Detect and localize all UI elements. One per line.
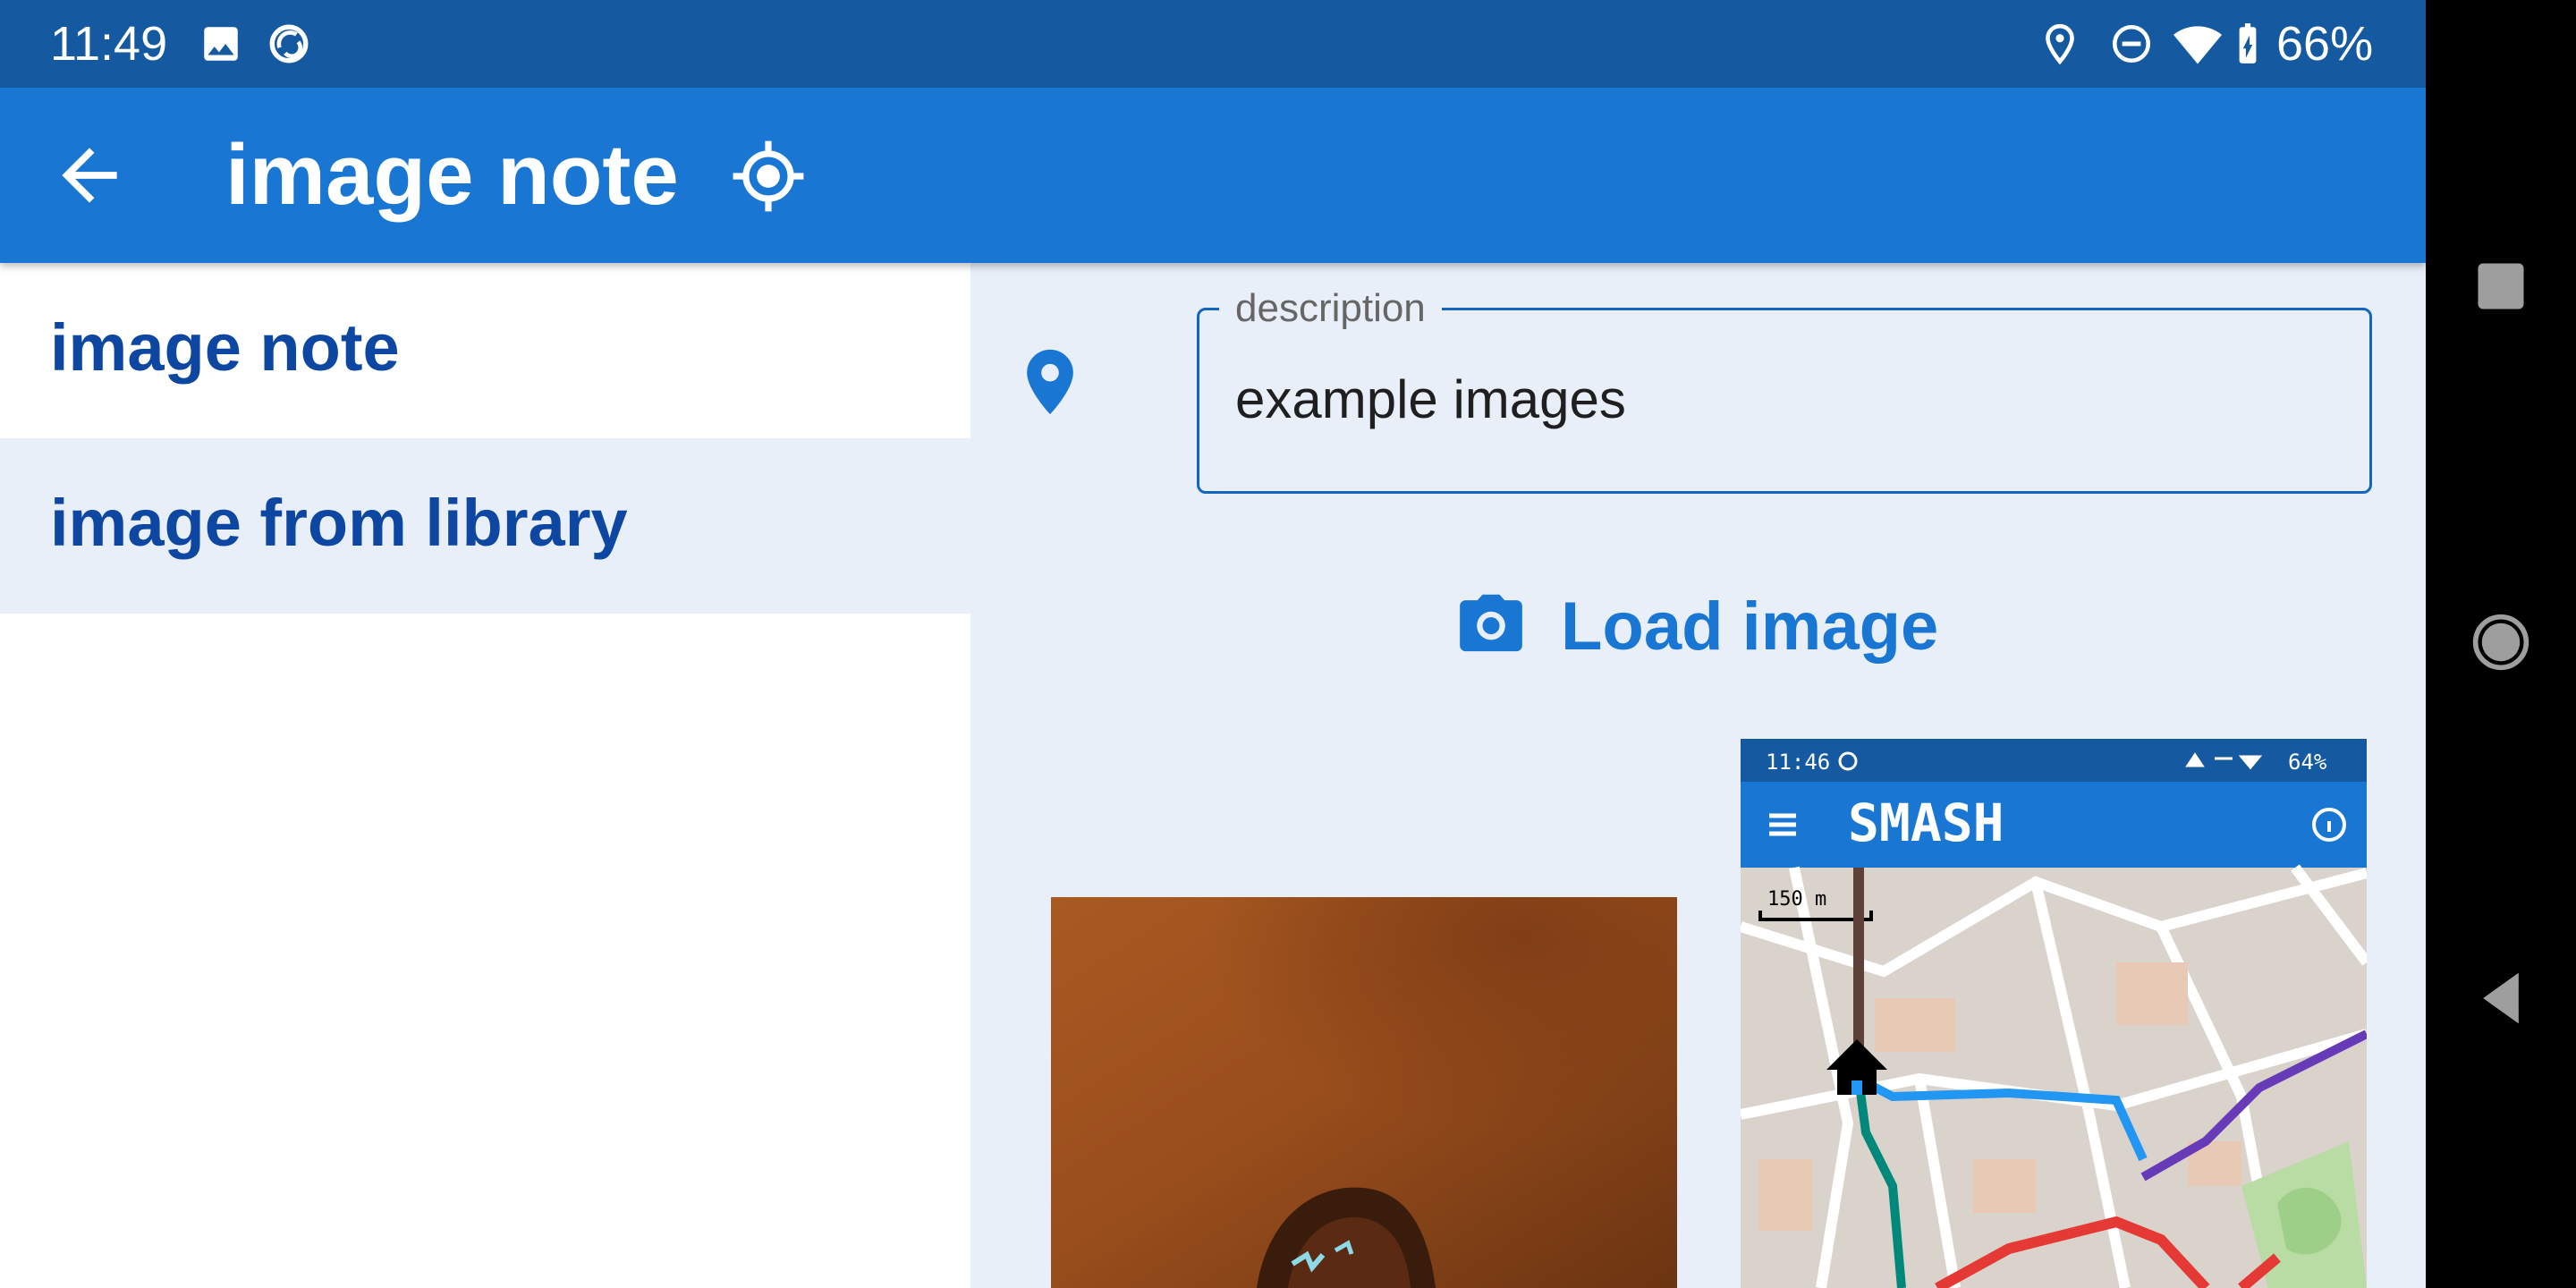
sidebar-item-label: image from library [50,486,628,560]
image-thumbnail-screenshot[interactable]: 11:46 64% SMASH 150 m [1741,739,2367,1288]
back-button[interactable] [48,134,131,216]
back-triangle-icon [2483,972,2519,1024]
sync-icon [267,21,311,66]
arrow-back-icon [62,148,117,203]
sidebar-item-label: image note [50,310,400,385]
app-screen: 11:49 66% image note image note image fr… [0,0,2426,1288]
camera-icon [1457,594,1525,655]
battery-percentage: 66% [2276,17,2374,71]
sidebar: image note image from library [0,263,970,1288]
location-pin-icon [1022,347,1078,417]
system-navigation-bar [2426,0,2576,1288]
map-screenshot-image: 11:46 64% SMASH 150 m [1741,739,2367,1288]
do-not-disturb-icon [2109,21,2154,66]
screenshot-status-battery: 64% [2288,750,2327,775]
map-scale-label: 150 m [1767,888,1826,911]
sidebar-item-image-from-library[interactable]: image from library [0,438,970,614]
photo-image [1051,897,1677,1288]
page-title: image note [225,127,679,223]
load-image-label: Load image [1561,589,1939,665]
description-value[interactable]: example images [1235,368,1626,432]
status-bar: 11:49 66% [0,0,2426,88]
gps-target-icon [733,140,804,212]
recents-button[interactable] [2470,256,2531,317]
status-time: 11:49 [50,17,168,71]
recents-square-icon [2478,263,2524,309]
image-icon [199,21,243,66]
wifi-icon [2174,21,2222,66]
image-thumbnail-photo[interactable] [1051,897,1677,1288]
home-circle-icon [2472,614,2529,671]
battery-charging-icon [2233,21,2263,66]
sidebar-item-image-note[interactable]: image note [0,263,970,438]
description-field[interactable]: description example images [1197,285,2372,494]
home-button[interactable] [2470,612,2531,673]
app-bar: image note [0,88,2426,263]
location-pin-icon [2038,21,2082,66]
form-panel: description example images Load image 11… [970,263,2426,1288]
screenshot-app-title: SMASH [1848,792,2004,853]
system-back-button[interactable] [2470,968,2531,1029]
screenshot-status-time: 11:46 [1766,750,1830,775]
gps-button[interactable] [730,138,807,215]
description-label: description [1219,285,1442,332]
